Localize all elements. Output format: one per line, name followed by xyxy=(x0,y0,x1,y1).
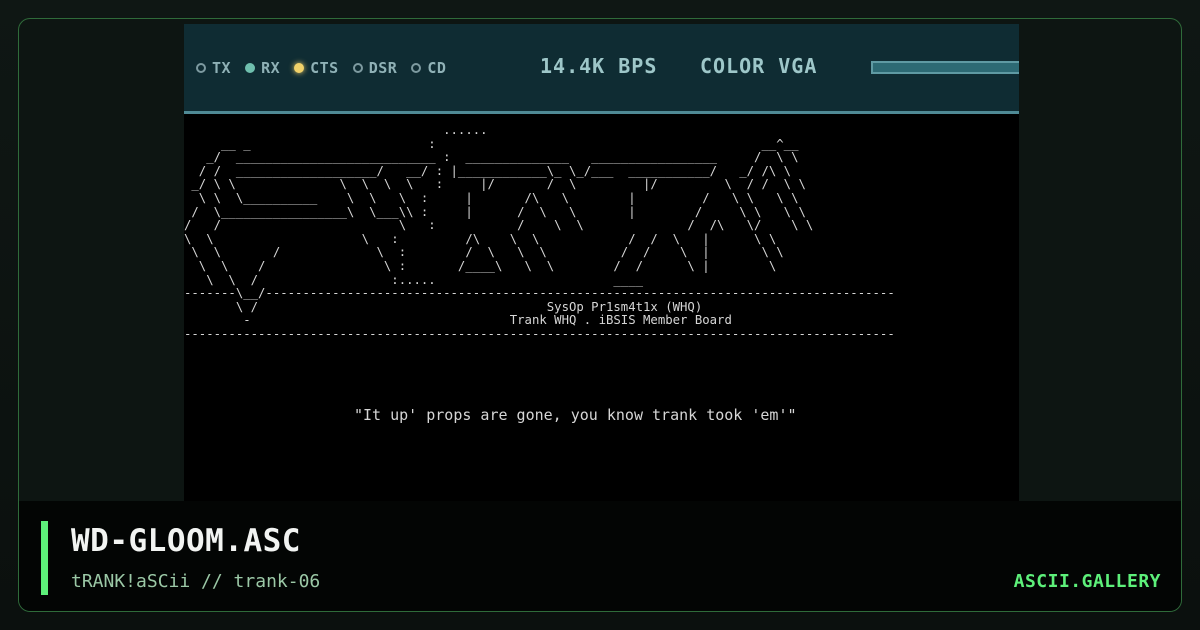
tx-led-icon xyxy=(196,63,206,73)
line-progress-bar xyxy=(871,61,1019,74)
share-card: TX RX CTS DSR CD 14.4K BPS COLOR VGA ...… xyxy=(0,0,1200,630)
cd-led-icon xyxy=(411,63,422,73)
accent-bar xyxy=(41,521,48,595)
indicator-rx: RX xyxy=(245,59,280,77)
caption-panel: WD-GLOOM.ASC tRANK!aSCii // trank-06 ASC… xyxy=(19,501,1181,611)
modem-status-bar: TX RX CTS DSR CD 14.4K BPS COLOR VGA xyxy=(184,24,1019,114)
site-brand[interactable]: ASCII.GALLERY xyxy=(1014,571,1161,592)
artwork-subtitle: tRANK!aSCii // trank-06 xyxy=(71,571,321,592)
rx-led-icon xyxy=(245,63,256,73)
indicator-label: CTS xyxy=(310,59,339,77)
terminal-screen: TX RX CTS DSR CD 14.4K BPS COLOR VGA ...… xyxy=(184,24,1019,514)
modem-indicators: TX RX CTS DSR CD xyxy=(196,58,446,78)
ascii-tagline: "It up' props are gone, you know trank t… xyxy=(354,406,797,424)
indicator-label: TX xyxy=(212,59,232,77)
indicator-tx: TX xyxy=(196,59,231,77)
ascii-art: ...... __ _ : __^__ _/ _________________… xyxy=(184,123,895,341)
cts-led-icon xyxy=(294,63,305,73)
indicator-label: CD xyxy=(427,59,447,77)
indicator-cd: CD xyxy=(411,59,446,77)
baud-rate-readout: 14.4K BPS xyxy=(540,54,658,78)
line-progress-fill xyxy=(873,63,1019,72)
indicator-label: DSR xyxy=(368,59,398,77)
card-frame: TX RX CTS DSR CD 14.4K BPS COLOR VGA ...… xyxy=(18,18,1182,612)
indicator-label: RX xyxy=(261,59,281,77)
indicator-dsr: DSR xyxy=(352,59,398,77)
indicator-cts: CTS xyxy=(294,59,339,77)
display-mode-readout: COLOR VGA xyxy=(700,54,818,78)
artwork-title: WD-GLOOM.ASC xyxy=(71,523,301,559)
dsr-led-icon xyxy=(352,63,363,73)
